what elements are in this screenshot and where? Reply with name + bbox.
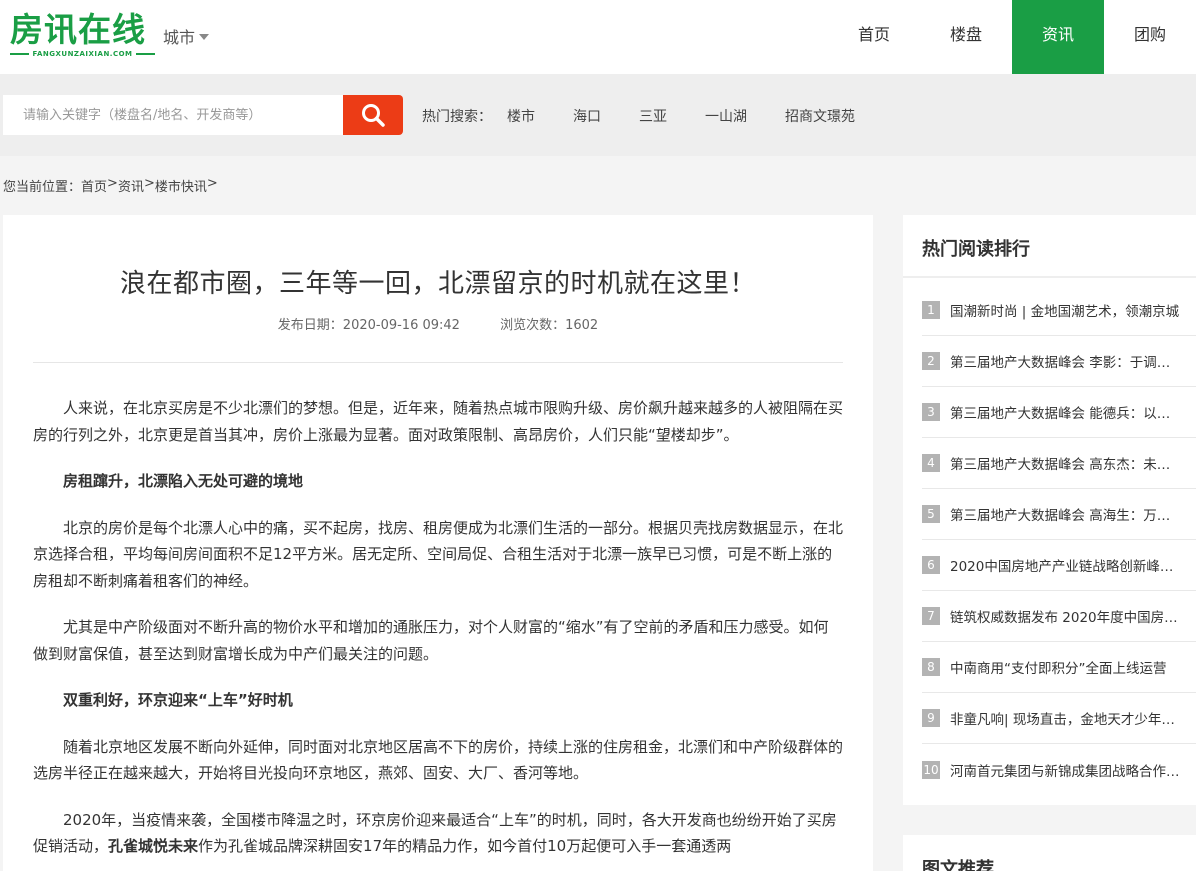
hot-link[interactable]: 楼市	[507, 106, 535, 126]
rank-badge: 8	[922, 658, 940, 676]
breadcrumb-flash[interactable]: 楼市快讯	[155, 176, 207, 195]
rank-badge: 7	[922, 607, 940, 625]
article-paragraph: 2020年，当疫情来袭，全国楼市降温之时，环京房价迎来最适合“上车”的时机，同时…	[33, 807, 843, 860]
list-item-title[interactable]: 2020中国房地产产业链战略创新峰会举行	[950, 555, 1182, 575]
list-item[interactable]: 1 国潮新时尚 | 金地国潮艺术，领潮京城	[922, 285, 1196, 336]
divider	[33, 362, 843, 363]
logo-domain: FANGXUNZAIXIAN.COM	[32, 50, 133, 58]
search-icon	[362, 104, 385, 127]
article-subheading: 双重利好，环京迎来“上车”好时机	[63, 691, 293, 709]
breadcrumb-prefix: 您当前位置：	[3, 180, 82, 195]
hot-search-label: 热门搜索：	[422, 109, 492, 125]
logo-subtitle: FANGXUNZAIXIAN.COM	[10, 50, 155, 58]
article-meta: 发布日期：2020-09-16 09:42 浏览次数：1602	[3, 314, 873, 333]
article-paragraph: 随着北京地区发展不断向外延伸，同时面对北京地区居高不下的房价，持续上涨的住房租金…	[33, 737, 844, 783]
site-logo[interactable]: 房讯在线 FANGXUNZAIXIAN.COM	[10, 12, 160, 62]
city-selector[interactable]: 城市	[163, 24, 210, 48]
rank-badge: 10	[922, 760, 940, 779]
divider	[903, 276, 1196, 278]
list-item[interactable]: 8 中南商用“支付即积分”全面上线运营	[922, 642, 1196, 693]
article-paragraph: 北京的房价是每个北漂人心中的痛，买不起房，找房、租房便成为北漂们生活的一部分。根…	[33, 518, 844, 590]
site-header: 房讯在线 FANGXUNZAIXIAN.COM 城市 首页 楼盘 资讯 团购	[0, 0, 1196, 74]
city-label: 城市	[163, 28, 196, 47]
list-item-title[interactable]: 第三届地产大数据峰会 高东杰：未来行业趋势	[950, 453, 1182, 473]
article-title: 浪在都市圈，三年等一回，北漂留京的时机就在这里！	[119, 269, 756, 299]
list-item[interactable]: 7 链筑权威数据发布 2020年度中国房企排行	[922, 591, 1196, 642]
list-item-title[interactable]: 河南首元集团与新锦成集团战略合作签约	[950, 760, 1182, 780]
article-paragraph: 人来说，在北京买房是不少北漂们的梦想。但是，近年来，随着热点城市限购升级、房价飙…	[33, 399, 844, 444]
rank-badge: 6	[922, 556, 940, 574]
list-item[interactable]: 10 河南首元集团与新锦成集团战略合作签约	[922, 744, 1196, 795]
list-item[interactable]: 2 第三届地产大数据峰会 李影：于调控中寻找机会	[922, 336, 1196, 387]
list-item-title[interactable]: 第三届地产大数据峰会 李影：于调控中寻找机会	[950, 351, 1182, 371]
hot-link[interactable]: 三亚	[639, 106, 667, 126]
list-item[interactable]: 9 非童凡响| 现场直击，金地天才少年活动	[922, 693, 1196, 744]
paragraph-text: 作为孔雀城品牌深耕固安17年的精品力作，如今首付10万起便可入手一套通透两	[198, 837, 732, 855]
breadcrumb: 您当前位置： 首页 > 资讯 > 楼市快讯 >	[3, 176, 218, 195]
search-button[interactable]	[343, 95, 403, 135]
list-item-title[interactable]: 国潮新时尚 | 金地国潮艺术，领潮京城	[950, 300, 1182, 320]
article-body: 人来说，在北京买房是不少北漂们的梦想。但是，近年来，随着热点城市限购升级、房价飙…	[33, 395, 843, 871]
list-item-title[interactable]: 链筑权威数据发布 2020年度中国房企排行	[950, 606, 1182, 626]
list-item[interactable]: 3 第三届地产大数据峰会 能德兵：以数据驱动增长	[922, 387, 1196, 438]
nav-group-buy[interactable]: 团购	[1104, 0, 1196, 74]
breadcrumb-separator: >	[143, 176, 155, 191]
article-paragraph: 尤其是中产阶级面对不断升高的物价水平和增加的通胀压力，对个人财富的“缩水”有了空…	[33, 618, 829, 663]
chevron-down-icon	[199, 34, 210, 40]
nav-home[interactable]: 首页	[828, 0, 920, 74]
hot-link[interactable]: 海口	[573, 106, 601, 126]
list-item-title[interactable]: 中南商用“支付即积分”全面上线运营	[950, 657, 1182, 677]
picture-recommend-panel: 图文推荐	[903, 835, 1196, 871]
breadcrumb-separator: >	[206, 176, 218, 191]
logo-text: 房讯在线	[10, 10, 146, 49]
hot-reading-title: 热门阅读排行	[922, 239, 1030, 260]
rank-badge: 4	[922, 454, 940, 472]
list-item[interactable]: 4 第三届地产大数据峰会 高东杰：未来行业趋势	[922, 438, 1196, 489]
hot-link[interactable]: 招商文璟苑	[785, 106, 855, 126]
picture-recommend-title: 图文推荐	[922, 859, 994, 871]
list-item-title[interactable]: 非童凡响| 现场直击，金地天才少年活动	[950, 708, 1182, 728]
rank-badge: 3	[922, 403, 940, 421]
view-count: 浏览次数：1602	[500, 318, 599, 333]
hot-search-links: 楼市 海口 三亚 一山湖 招商文璟苑	[507, 106, 855, 126]
article-subheading: 房租蹿升，北漂陷入无处可避的境地	[63, 472, 304, 490]
breadcrumb-separator: >	[107, 176, 118, 191]
rank-badge: 2	[922, 352, 940, 370]
project-name[interactable]: 孔雀城悦未来	[108, 837, 198, 855]
breadcrumb-news[interactable]: 资讯	[118, 176, 144, 195]
publish-date: 发布日期：2020-09-16 09:42	[277, 318, 460, 333]
list-item[interactable]: 5 第三届地产大数据峰会 高海生：万科的数字化	[922, 489, 1196, 540]
list-item-title[interactable]: 第三届地产大数据峰会 高海生：万科的数字化	[950, 504, 1182, 524]
list-item-title[interactable]: 第三届地产大数据峰会 能德兵：以数据驱动增长	[950, 402, 1182, 422]
hot-reading-list: 1 国潮新时尚 | 金地国潮艺术，领潮京城 2 第三届地产大数据峰会 李影：于调控中…	[922, 285, 1196, 795]
list-item[interactable]: 6 2020中国房地产产业链战略创新峰会举行	[922, 540, 1196, 591]
rank-badge: 9	[922, 709, 940, 727]
rank-badge: 1	[922, 301, 940, 319]
search-input[interactable]	[3, 95, 343, 135]
main-nav: 首页 楼盘 资讯 团购	[828, 0, 1196, 74]
article-panel: 浪在都市圈，三年等一回，北漂留京的时机就在这里！ 发布日期：2020-09-16…	[3, 215, 873, 871]
rank-badge: 5	[922, 505, 940, 523]
hot-link[interactable]: 一山湖	[705, 106, 747, 126]
nav-properties[interactable]: 楼盘	[920, 0, 1012, 74]
breadcrumb-home[interactable]: 首页	[81, 176, 107, 195]
nav-news[interactable]: 资讯	[1012, 0, 1104, 74]
hot-reading-panel: 热门阅读排行 1 国潮新时尚 | 金地国潮艺术，领潮京城 2 第三届地产大数据峰会 …	[903, 215, 1196, 805]
